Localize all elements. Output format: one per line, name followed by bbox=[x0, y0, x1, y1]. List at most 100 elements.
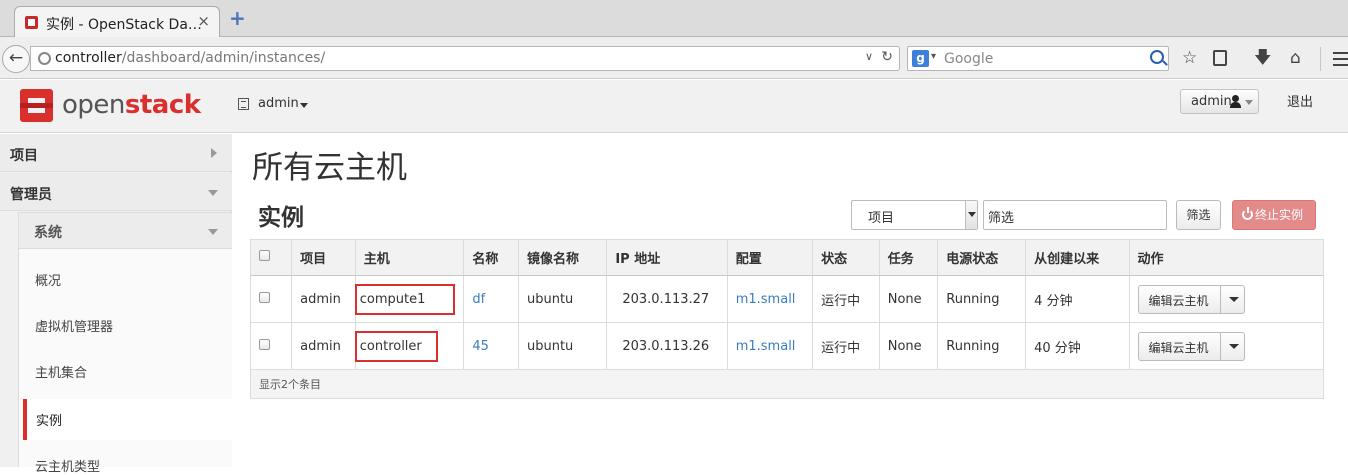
project-caret-icon[interactable] bbox=[300, 103, 308, 108]
openstack-logo-icon[interactable] bbox=[20, 89, 53, 122]
reload-icon[interactable]: ↻ bbox=[881, 49, 893, 65]
column-header[interactable]: 项目 bbox=[291, 239, 356, 276]
select-all-checkbox[interactable] bbox=[259, 250, 270, 261]
row-checkbox[interactable] bbox=[259, 338, 270, 350]
column-header[interactable]: 电源状态 bbox=[937, 239, 1027, 276]
sidebar-item-instances[interactable]: 实例 bbox=[23, 399, 232, 440]
cell-flavor: m1.small bbox=[726, 322, 814, 370]
edit-instance-button[interactable]: 编辑云主机 bbox=[1149, 339, 1209, 356]
cell-image: ubuntu bbox=[517, 322, 608, 370]
url-history-dropdown-icon[interactable]: ∨ bbox=[865, 50, 873, 63]
filter-button[interactable]: 筛选 bbox=[1176, 200, 1221, 230]
close-tab-icon[interactable]: × bbox=[197, 12, 210, 30]
user-menu-button[interactable]: admin bbox=[1180, 89, 1259, 114]
column-header[interactable]: 镜像名称 bbox=[517, 239, 608, 276]
cell-actions: 编辑云主机 bbox=[1128, 322, 1325, 370]
row-select-cell bbox=[249, 275, 293, 323]
download-icon[interactable]: 🡇 bbox=[1254, 49, 1271, 67]
cell-project: admin bbox=[291, 322, 356, 370]
column-header[interactable]: IP 地址 bbox=[606, 239, 728, 276]
instance-name-link[interactable]: df bbox=[472, 292, 485, 307]
chevron-right-icon bbox=[211, 148, 217, 158]
row-select-cell bbox=[249, 322, 293, 370]
sidebar: 项目 管理员 系统 概况 虚拟机管理器 主机集合 实例 云主机类型 bbox=[0, 134, 232, 475]
cell-age: 4 分钟 bbox=[1025, 275, 1130, 323]
browser-tab[interactable]: 实例 - OpenStack Da… × bbox=[14, 6, 220, 37]
edit-instance-button-group: 编辑云主机 bbox=[1137, 284, 1246, 314]
cell-image: ubuntu bbox=[517, 275, 608, 323]
table-row: admin controller 45 ubuntu 203.0.113.26 … bbox=[249, 322, 1325, 370]
user-icon bbox=[1230, 95, 1241, 108]
cell-ip: 203.0.113.26 bbox=[606, 322, 728, 370]
flavor-link[interactable]: m1.small bbox=[736, 339, 796, 354]
url-bar[interactable]: controller/dashboard/admin/instances/ ∨ … bbox=[30, 46, 900, 71]
cell-host: controller bbox=[354, 322, 465, 370]
sidebar-section-admin[interactable]: 管理员 bbox=[0, 173, 232, 211]
more-actions-dropdown[interactable] bbox=[1219, 284, 1246, 314]
column-header[interactable]: 任务 bbox=[878, 239, 939, 276]
power-icon bbox=[1242, 207, 1253, 220]
instances-table: 项目 主机 名称 镜像名称 IP 地址 配置 状态 任务 电源状态 从创建以来 … bbox=[249, 239, 1325, 399]
column-header[interactable]: 名称 bbox=[463, 239, 519, 276]
instance-name-link[interactable]: 45 bbox=[472, 339, 489, 354]
sidebar-item-host-aggregates[interactable]: 主机集合 bbox=[35, 362, 87, 381]
column-header[interactable]: 配置 bbox=[726, 239, 814, 276]
cell-name: df bbox=[463, 275, 519, 323]
cell-status: 运行中 bbox=[812, 322, 880, 370]
globe-icon bbox=[38, 52, 51, 65]
row-checkbox[interactable] bbox=[259, 291, 270, 303]
url-text: controller/dashboard/admin/instances/ bbox=[55, 50, 325, 66]
logout-link[interactable]: 退出 bbox=[1287, 91, 1313, 110]
bookmark-star-icon[interactable]: ☆ bbox=[1182, 49, 1197, 67]
cell-power-state: Running bbox=[937, 322, 1027, 370]
new-tab-button[interactable]: + bbox=[229, 8, 246, 28]
flavor-link[interactable]: m1.small bbox=[736, 292, 796, 307]
home-icon[interactable]: ⌂ bbox=[1290, 49, 1301, 67]
table-footer-row: 显示2个条目 bbox=[250, 369, 1324, 399]
sidebar-item-overview[interactable]: 概况 bbox=[35, 270, 61, 289]
filter-field-select[interactable]: 项目 bbox=[851, 200, 978, 230]
browser-nav-bar: ← controller/dashboard/admin/instances/ … bbox=[0, 37, 1348, 79]
edit-instance-button[interactable]: 编辑云主机 bbox=[1149, 292, 1209, 309]
sidebar-item-flavors[interactable]: 云主机类型 bbox=[35, 456, 100, 475]
back-button[interactable]: ← bbox=[2, 45, 30, 73]
url-host: controller bbox=[55, 50, 122, 66]
sidebar-section-project[interactable]: 项目 bbox=[0, 134, 232, 172]
highlighted-host: controller bbox=[354, 330, 438, 362]
logo-stack: stack bbox=[124, 90, 201, 120]
sidebar-item-label: 实例 bbox=[36, 414, 63, 429]
column-header[interactable]: 从创建以来 bbox=[1025, 239, 1130, 276]
filter-input[interactable]: 筛选 bbox=[983, 200, 1167, 230]
clipboard-icon[interactable] bbox=[1213, 50, 1227, 66]
search-icon[interactable] bbox=[1150, 50, 1164, 64]
search-bar[interactable]: g ▾ Google bbox=[907, 46, 1169, 71]
search-placeholder: Google bbox=[944, 51, 994, 67]
column-header: 动作 bbox=[1128, 239, 1325, 276]
terminate-instances-button[interactable]: 终止实例 bbox=[1232, 200, 1316, 230]
hamburger-menu-icon[interactable] bbox=[1333, 52, 1348, 66]
cell-host: compute1 bbox=[354, 275, 465, 323]
toolbar-separator bbox=[1320, 47, 1321, 71]
openstack-logo-text[interactable]: openstack bbox=[62, 90, 201, 120]
table-row: admin compute1 df ubuntu 203.0.113.27 m1… bbox=[249, 275, 1325, 323]
cell-name: 45 bbox=[463, 322, 519, 370]
sidebar-item-hypervisors[interactable]: 虚拟机管理器 bbox=[35, 316, 113, 335]
sidebar-group-system[interactable]: 系统 bbox=[18, 212, 232, 249]
user-caret-icon bbox=[1245, 100, 1253, 105]
cell-age: 40 分钟 bbox=[1025, 322, 1130, 370]
more-actions-dropdown[interactable] bbox=[1219, 331, 1246, 361]
cell-power-state: Running bbox=[937, 275, 1027, 323]
sidebar-section-label: 项目 bbox=[10, 148, 38, 164]
column-header[interactable]: 状态 bbox=[812, 239, 880, 276]
filter-field-value: 项目 bbox=[868, 211, 895, 226]
project-selector[interactable]: admin bbox=[258, 96, 299, 111]
column-header[interactable]: 主机 bbox=[354, 239, 465, 276]
project-icon[interactable] bbox=[238, 98, 249, 110]
cell-ip: 203.0.113.27 bbox=[606, 275, 728, 323]
google-engine-icon[interactable]: g bbox=[912, 50, 929, 67]
openstack-favicon-icon bbox=[25, 16, 38, 29]
cell-project: admin bbox=[291, 275, 356, 323]
user-name: admin bbox=[1191, 94, 1232, 109]
engine-dropdown-icon[interactable]: ▾ bbox=[931, 51, 936, 62]
edit-instance-button-group: 编辑云主机 bbox=[1137, 331, 1246, 361]
